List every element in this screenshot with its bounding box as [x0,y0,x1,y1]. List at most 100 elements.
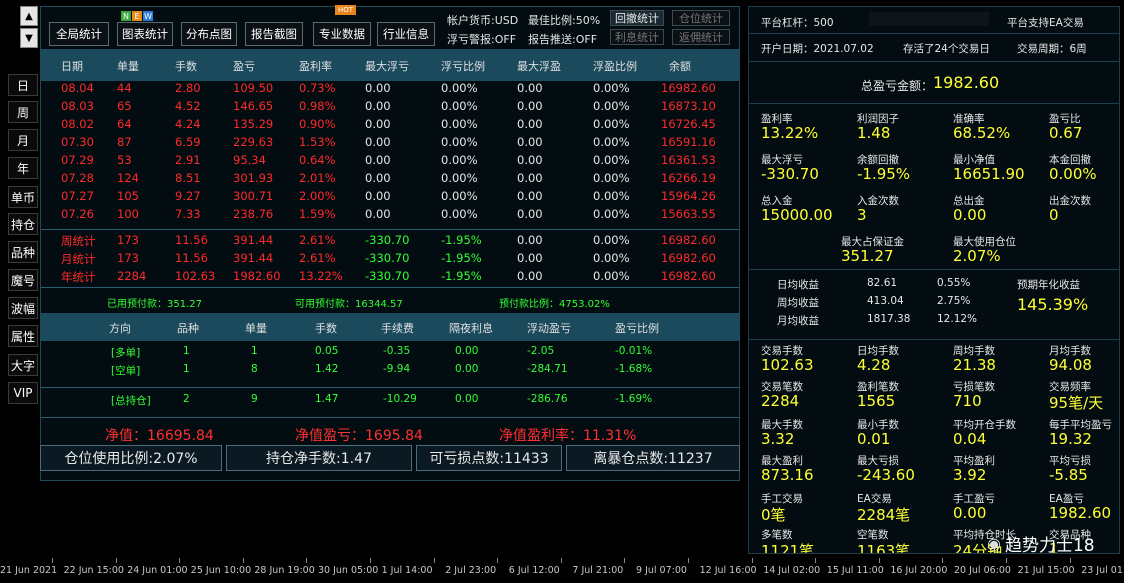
report-screenshot-button[interactable]: 报告截图 [245,22,303,46]
pro-data-button[interactable]: 专业数据 [313,22,371,46]
industry-info-button[interactable]: 行业信息 [377,22,435,46]
position-cell: 0.00 [455,393,479,405]
table-cell: 95.34 [233,153,266,167]
table-cell: 16726.45 [661,117,716,131]
scroll-up-button[interactable]: ▲ [20,6,38,26]
avg-percent: 2.75% [937,295,971,307]
global-stats-button[interactable]: 全局统计 [49,22,109,46]
table-cell: 0.00% [593,189,630,203]
side-btn-magic[interactable]: 魔号 [8,269,38,291]
stat-value: 3 [857,206,867,224]
axis-tick-label: 21 Jun 2021 [0,565,58,576]
axis-tick-label: 23 Jul 01:00 [1081,565,1124,576]
table-cell: 8.51 [175,171,201,185]
pos-col-fee: 手续费 [381,322,414,335]
pos-col-pnl-ratio: 盈亏比例 [615,322,659,335]
table-cell: 16591.16 [661,135,716,149]
axis-tick-label: 24 Jun 01:00 [127,565,188,576]
axis-tick [497,558,499,563]
pos-col-symbol: 品种 [177,322,199,335]
stat-value: 94.08 [1049,356,1092,374]
stat-value: 4.28 [857,356,891,374]
table-cell: 0.98% [299,99,336,113]
table-cell: 0.00 [365,117,391,131]
position-cell: 1.47 [315,393,339,405]
stat-value: 0.04 [953,430,987,448]
side-btn-large-font[interactable]: 大字 [8,354,38,376]
stat-value: 0.00 [953,206,987,224]
stat-value: 68.52% [953,124,1011,142]
stat-value: 15000.00 [761,206,833,224]
table-cell: 07.26 [61,207,94,221]
rebate-stats-button[interactable]: 返佣统计 [672,29,730,45]
axis-tick-label: 6 Jul 12:00 [508,565,560,576]
table-cell: 301.93 [233,171,274,185]
open-date: 开户日期：2021.07.02 [761,43,874,55]
available-margin: 可用预付款：16344.57 [295,299,403,310]
side-btn-vip[interactable]: VIP [8,382,38,404]
table-cell: 0.00 [365,207,391,221]
report-push: 报告推送:OFF [528,33,598,46]
stat-value: 19.32 [1049,430,1092,448]
table-cell: 0.90% [299,117,336,131]
axis-tick-label: 25 Jun 10:00 [190,565,252,576]
used-margin: 已用预付款：351.27 [107,299,202,310]
trading-days: 存活了24个交易日 [903,43,990,55]
margin-ratio: 预付款比例：4753.02% [499,299,610,310]
pos-col-orders: 单量 [245,322,267,335]
side-btn-day[interactable]: 日 [8,74,38,96]
summary-cell: 16982.60 [661,269,716,283]
side-btn-month[interactable]: 月 [8,129,38,151]
side-btn-properties[interactable]: 属性 [8,325,38,347]
stat-value: 16651.90 [953,165,1025,183]
col-max-float-loss: 最大浮亏 [365,60,409,73]
divider [749,33,1119,34]
col-lots: 手数 [175,60,197,73]
table-cell: 64 [117,117,132,131]
table-cell: 16982.60 [661,81,716,95]
axis-tick-label: 2 Jul 23:00 [445,565,497,576]
table-cell: 0.73% [299,81,336,95]
position-cell: -9.94 [383,363,411,375]
distribution-chart-button[interactable]: 分布点图 [181,22,237,46]
position-stats-button[interactable]: 仓位统计 [672,10,730,26]
side-btn-week[interactable]: 周 [8,101,38,123]
table-cell: 0.00% [593,117,630,131]
avg-label: 周均收益 [777,297,819,309]
stat-value: 13.22% [761,124,819,142]
stat-value: 0 [1049,206,1059,224]
table-cell: 16873.10 [661,99,716,113]
col-float-loss-ratio: 浮亏比例 [441,60,485,73]
table-cell: 238.76 [233,207,274,221]
position-cell: 9 [251,393,258,405]
col-pnl: 盈亏 [233,60,255,73]
total-pnl-label: 总盈亏金额： [861,79,934,93]
table-cell: 6.59 [175,135,201,149]
position-cell: -0.35 [383,345,411,357]
max-ratio: 最佳比例:50% [528,14,601,27]
position-cell: 2 [183,393,190,405]
summary-cell: 2.61% [299,233,336,247]
side-btn-year[interactable]: 年 [8,157,38,179]
annual-return-label: 预期年化收益 [1017,279,1080,291]
side-btn-single-currency[interactable]: 单币 [8,186,38,208]
scroll-down-button[interactable]: ▼ [20,28,38,48]
table-cell: 0.00 [365,81,391,95]
summary-cell: 1982.60 [233,269,281,283]
side-btn-symbols[interactable]: 品种 [8,241,38,263]
platform-leverage: 平台杠杆：500 [761,17,834,29]
side-btn-positions[interactable]: 持仓 [8,213,38,235]
table-header: 日期 单量 手数 盈亏 盈利率 最大浮亏 浮亏比例 最大浮盈 浮盈比例 余额 [41,49,739,81]
table-cell: 0.00% [441,135,478,149]
pos-col-lots: 手数 [315,322,337,335]
side-btn-volatility[interactable]: 波幅 [8,297,38,319]
interest-stats-button[interactable]: 利息统计 [610,29,664,45]
col-float-profit-ratio: 浮盈比例 [593,60,637,73]
divider [749,339,1119,340]
new-badge: N E W [121,11,153,21]
axis-tick-label: 12 Jul 16:00 [699,565,757,576]
chart-stats-button[interactable]: 图表统计 [117,22,173,46]
total-pnl-value: 1982.60 [933,73,1000,92]
drawdown-stats-button[interactable]: 回撤统计 [610,10,664,26]
avg-percent: 0.55% [937,277,971,289]
